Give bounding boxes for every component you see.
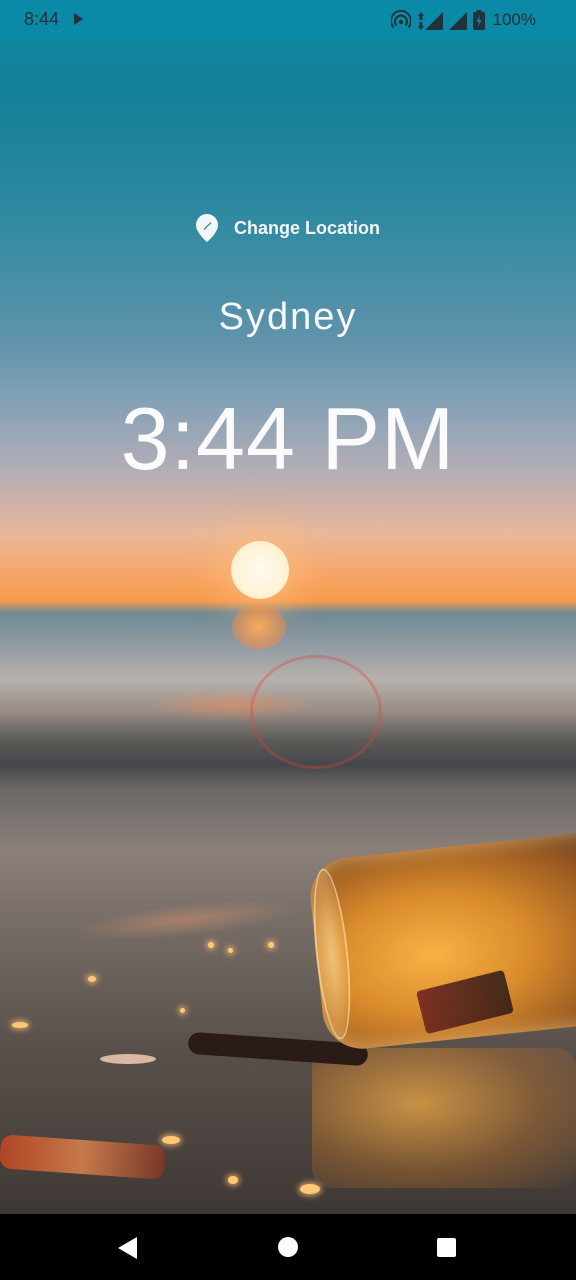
sparkle [100, 1054, 156, 1064]
sparkle [12, 1022, 28, 1028]
location-pin-icon [195, 214, 218, 242]
hotspot-icon [390, 10, 411, 29]
status-icons: 100% [390, 9, 536, 31]
jar-reflection [312, 1048, 576, 1188]
change-location-row[interactable]: Change Location [0, 214, 576, 242]
sun-reflection [232, 605, 286, 649]
wet-sand-shine [79, 894, 291, 946]
current-time: 3:44 PM [120, 389, 456, 488]
sun [231, 541, 289, 599]
signal-icon [448, 12, 467, 30]
status-time: 8:44 [24, 9, 60, 29]
battery-percentage: 100% [492, 10, 536, 29]
data-4g-icon [417, 12, 443, 30]
lens-flare [250, 655, 382, 769]
change-location-button[interactable]: Change Location [234, 218, 380, 239]
back-icon[interactable] [118, 1237, 137, 1259]
sparkle [268, 942, 274, 948]
sparkle [300, 1184, 320, 1194]
sparkle [208, 942, 214, 948]
sparkle [180, 1008, 185, 1013]
home-icon[interactable] [278, 1237, 298, 1257]
app-screen: 8:44 100% Change Location Sydney 3:44 PM [0, 0, 576, 1280]
sea-glass [0, 1134, 166, 1180]
sparkle [88, 976, 96, 982]
status-bar: 8:44 100% [0, 0, 576, 38]
city-name: Sydney [218, 296, 358, 338]
sparkle [228, 1176, 238, 1184]
sparkle [228, 948, 233, 953]
sparkle [162, 1136, 180, 1144]
battery-icon [472, 10, 485, 30]
play-icon [74, 13, 83, 25]
navigation-bar [0, 1214, 576, 1280]
sunset-beach-background [0, 0, 576, 1214]
recents-icon[interactable] [437, 1238, 456, 1257]
